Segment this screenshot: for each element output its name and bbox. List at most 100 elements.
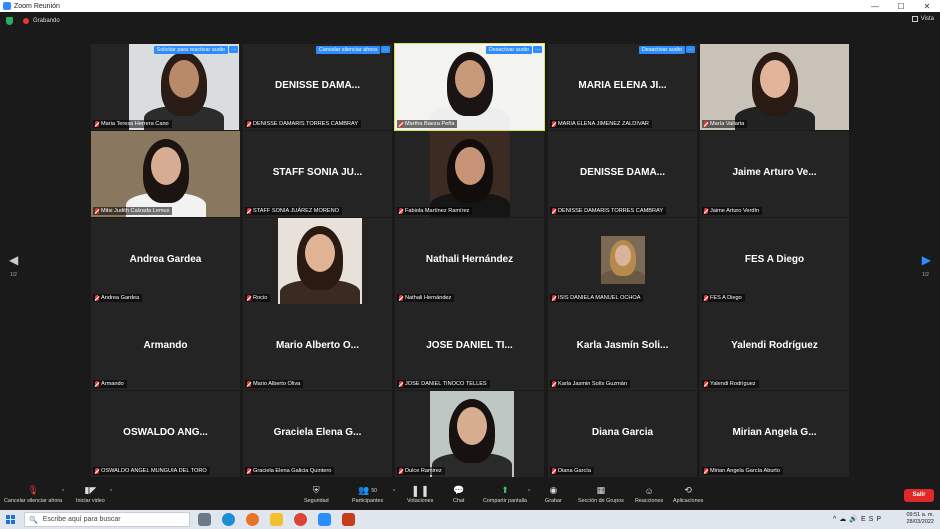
leave-button[interactable]: Salir (904, 489, 934, 502)
participant-tile[interactable]: OSWALDO ANG... OSWALDO ANGEL MUNGUIA DEL … (91, 391, 240, 477)
maximize-button[interactable]: ☐ (888, 2, 914, 11)
participant-tile[interactable]: Graciela Elena G... Graciela Elena Galici… (243, 391, 392, 477)
next-page-arrow-icon[interactable]: ▶ (922, 253, 931, 267)
more-options-icon[interactable]: … (686, 46, 695, 53)
breakout-rooms-button[interactable]: ▦ Sección de Grupos (578, 485, 624, 504)
participant-display-name: Yalendi Rodríguez (731, 340, 818, 351)
participant-video (700, 44, 849, 130)
close-button[interactable]: ✕ (914, 2, 940, 11)
participant-audio-button[interactable]: Cancelar silenciar ahora (315, 46, 380, 54)
record-button[interactable]: ◉ Grabar (545, 485, 562, 504)
muted-microphone-icon (552, 381, 556, 387)
participant-name-label: Mirian Angela García Aburto (702, 467, 783, 475)
participant-tile[interactable]: DENISSE DAMA... Cancelar silenciar ahora…… (243, 44, 392, 130)
muted-microphone-icon (704, 381, 708, 387)
zoom-window: Zoom Reunión — ☐ ✕ Grabando Vista ◀ 1/2 … (0, 0, 940, 529)
file-explorer-icon[interactable] (270, 513, 283, 526)
muted-microphone-icon (399, 295, 403, 301)
video-label: Iniciar video (76, 498, 105, 504)
taskbar-clock[interactable]: 09:51 a. m. 28/03/2022 (906, 512, 934, 526)
participant-audio-button[interactable]: Desactivar audio (485, 46, 532, 54)
participant-tile[interactable]: FES A Diego FES A Diego (700, 218, 849, 304)
participant-name-label: Jaime Arturo Verdín (702, 207, 763, 215)
participant-tile[interactable]: ISIS DANIELA MANUEL OCHOA (548, 218, 697, 304)
powerpoint-icon[interactable] (342, 513, 355, 526)
participant-name: Graciela Elena Galicia Quintero (253, 468, 332, 474)
participant-name: Karla Jasmin Solís Guzmán (558, 381, 628, 387)
participant-video (430, 391, 514, 477)
edge-browser-icon[interactable] (222, 513, 235, 526)
polls-button[interactable]: ▌▐ Votaciones (407, 485, 433, 505)
participant-tile[interactable]: Yalendi Rodríguez Yalendi Rodríguez (700, 304, 849, 390)
participant-audio-button[interactable]: Desactivar audio (638, 46, 685, 54)
participant-audio-button[interactable]: Solicitar para reactivar audio (153, 46, 228, 54)
participant-name-label: Martha Baeza Peña (397, 120, 458, 128)
reactions-button[interactable]: ☺ Reacciones (635, 485, 664, 505)
taskbar-search-input[interactable]: 🔍 Escribe aquí para buscar (24, 512, 190, 527)
windows-start-icon[interactable] (6, 515, 15, 524)
participant-tile[interactable]: Mitsi Judith Calzada Lemus (91, 131, 240, 217)
microphone-icon: 🎙 (27, 485, 39, 495)
participant-tile[interactable]: Solicitar para reactivar audio… Maria Ter… (91, 44, 240, 130)
minimize-button[interactable]: — (862, 2, 888, 11)
participant-tile[interactable]: Karla Jasmín Soli... Karla Jasmin Solís G… (548, 304, 697, 390)
participant-tile[interactable]: Diana Garcia Diana García (548, 391, 697, 477)
participant-name: Mitsi Judith Calzada Lemus (101, 208, 170, 214)
reactions-label: Reacciones (635, 498, 664, 504)
participant-tile[interactable]: Mirian Angela G... Mirian Angela García A… (700, 391, 849, 477)
participant-name: Fabiola Martínez Ramírez (405, 208, 470, 214)
apps-button[interactable]: ⟲ Aplicaciones (673, 485, 703, 504)
participant-tile[interactable]: Dulce Ramirez (395, 391, 544, 477)
participant-tile[interactable]: Rocio (243, 218, 392, 304)
participant-tile[interactable]: Mario Alberto O... Mario Alberto Oliva (243, 304, 392, 390)
participants-count: 50 (371, 487, 377, 494)
video-options-caret-icon[interactable]: ^ (110, 489, 112, 495)
more-options-icon[interactable]: … (229, 46, 238, 53)
participant-tile[interactable]: JOSE DANIEL TI... JOSE DANIEL TINOCO TELL… (395, 304, 544, 390)
view-button[interactable]: Vista (911, 16, 934, 22)
participant-tile[interactable]: DENISSE DAMA... DENISSE DAMARIS TORRES CA… (548, 131, 697, 217)
task-view-icon[interactable] (198, 513, 211, 526)
participant-tile[interactable]: Desactivar audio… Martha Baeza Peña (394, 43, 545, 131)
participant-tile[interactable]: Fabiola Martínez Ramírez (395, 131, 544, 217)
participants-caret-icon[interactable]: ^ (393, 489, 395, 495)
firefox-icon[interactable] (246, 513, 259, 526)
participant-video (395, 44, 544, 130)
more-options-icon[interactable]: … (533, 46, 542, 53)
participant-display-name: DENISSE DAMA... (274, 80, 360, 91)
record-icon: ◉ (549, 485, 558, 495)
chat-label: Chat (453, 498, 465, 504)
participant-tile[interactable]: MARIA ELENA JI... Desactivar audio… MARIA … (548, 44, 697, 130)
encryption-shield-icon[interactable] (6, 17, 13, 25)
participants-icon: 👥 50 (358, 485, 377, 495)
participant-tile[interactable]: STAFF SONIA JU... STAFF SONIA JUÁREZ MORE… (243, 131, 392, 217)
title-bar: Zoom Reunión — ☐ ✕ (0, 0, 940, 12)
zoom-taskbar-icon[interactable] (318, 513, 331, 526)
system-tray-icons[interactable]: ^☁🔊ESP (833, 515, 884, 523)
chrome-icon[interactable] (294, 513, 307, 526)
share-screen-button[interactable]: ⬆ Compartir pantalla (483, 485, 527, 504)
participant-tile[interactable]: Jaime Arturo Ve... Jaime Arturo Verdín (700, 131, 849, 217)
participant-tile[interactable]: Armando Armando (91, 304, 240, 390)
share-caret-icon[interactable]: ^ (528, 489, 530, 495)
start-video-button[interactable]: ▮◤ Iniciar video (76, 485, 105, 504)
participant-grid: Solicitar para reactivar audio… Maria Ter… (91, 43, 849, 477)
security-button[interactable]: ⛨ Seguridad (304, 485, 329, 504)
chat-button[interactable]: 💬 Chat (453, 485, 464, 504)
participant-name: Yalendi Rodríguez (710, 381, 756, 387)
page-indicator-left: 1/2 (10, 272, 17, 278)
participant-tile[interactable]: Nathali Hernández Nathali Hernández (395, 218, 544, 304)
participant-tile[interactable]: Andrea Gardea Andrea Gardea (91, 218, 240, 304)
more-options-icon[interactable]: … (381, 46, 390, 53)
recording-label: Grabando (33, 18, 60, 24)
participant-name: Maria Teresa Herrera Cano (101, 121, 169, 127)
participant-name: Andrea Gardea (101, 295, 140, 301)
audio-options-caret-icon[interactable]: ^ (62, 489, 64, 495)
apps-icon: ⟲ (684, 485, 692, 495)
participant-name-label: FES A Diego (702, 294, 745, 302)
participants-button[interactable]: 👥 50 Participantes (352, 485, 383, 504)
participant-video (278, 218, 362, 304)
mute-button[interactable]: 🎙 Cancelar silenciar ahora (4, 485, 62, 504)
previous-page-arrow-icon[interactable]: ◀ (9, 253, 18, 267)
participant-tile[interactable]: María Vallarta (700, 44, 849, 130)
